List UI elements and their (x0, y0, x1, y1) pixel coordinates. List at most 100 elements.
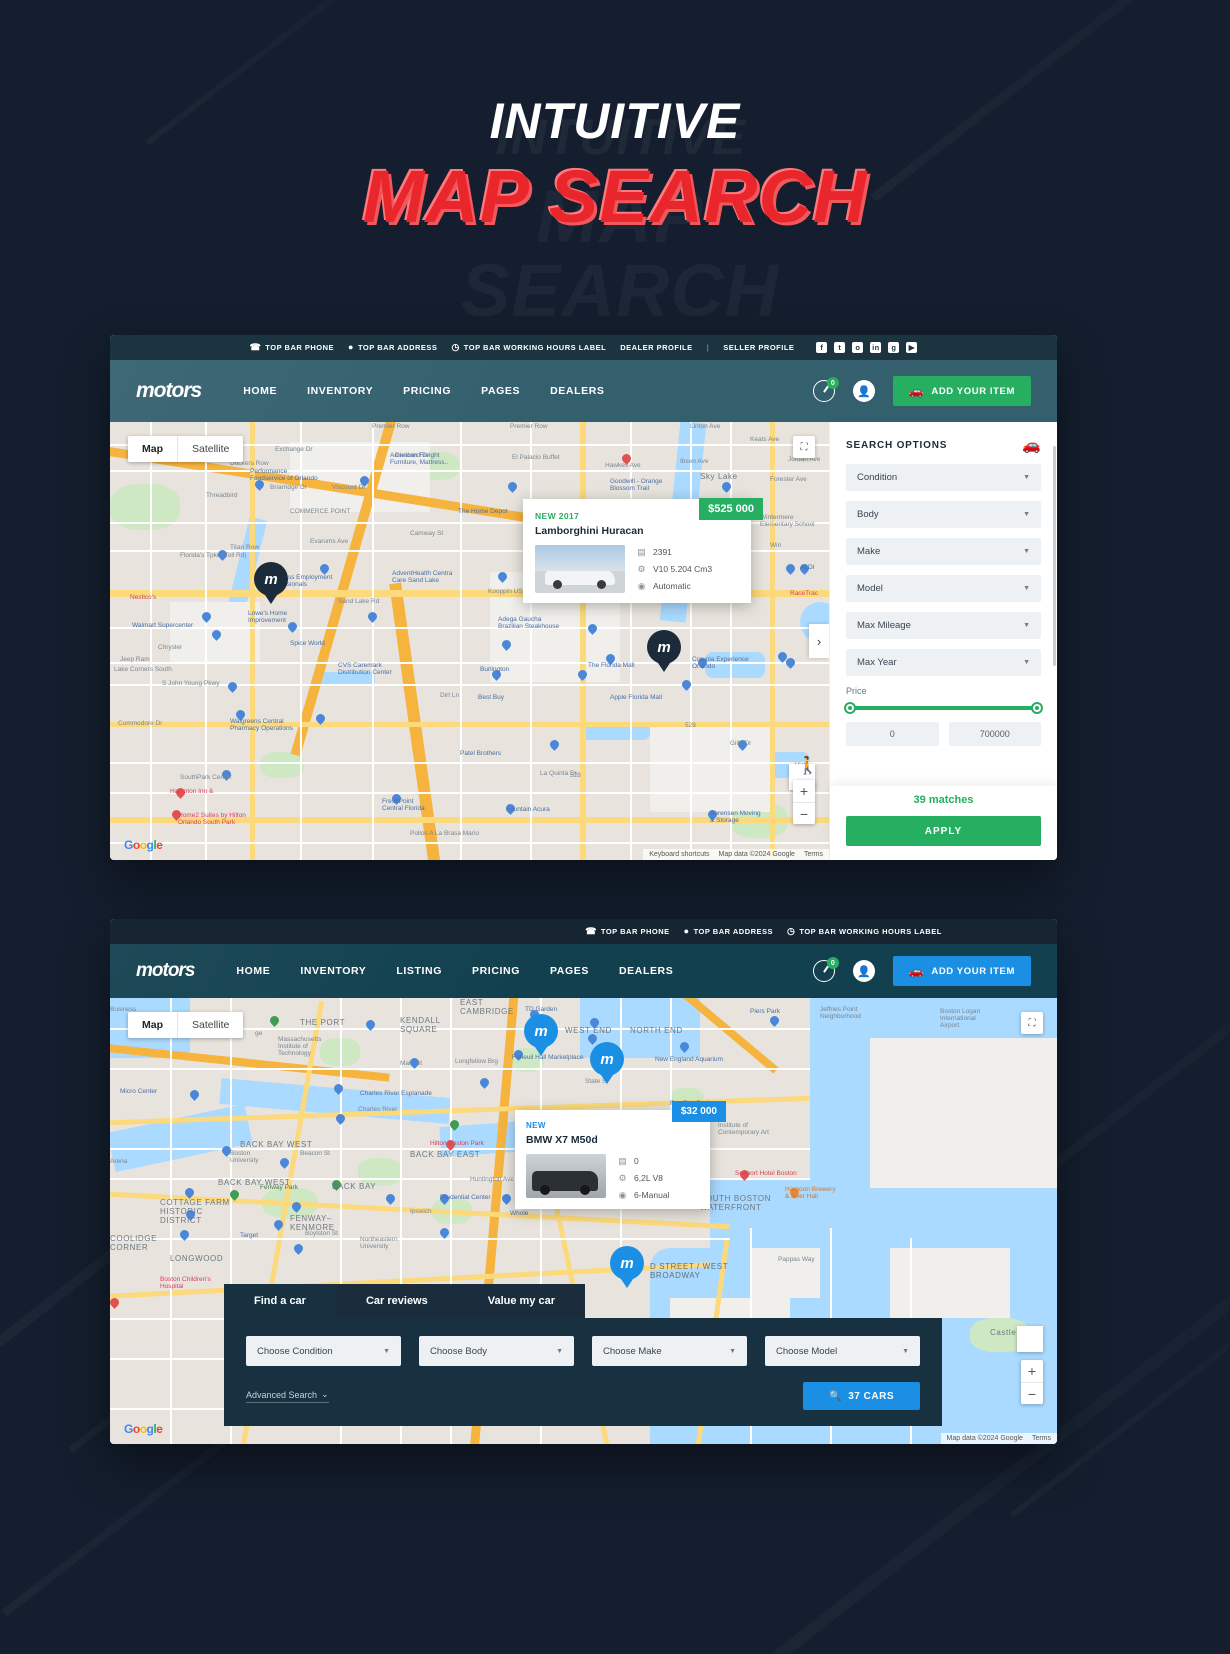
top-bar: ☎ TOP BAR PHONE ● TOP BAR ADDRESS ◷ TOP … (110, 335, 1057, 360)
hero-heading: INTUITIVE INTUITIVE MAP SEARCH MAP SEARC… (0, 96, 1230, 328)
car-title[interactable]: BMW X7 M50d (526, 1134, 699, 1146)
map-pin-dealer-1[interactable]: m (254, 562, 288, 606)
topbar-phone[interactable]: ☎ TOP BAR PHONE (585, 926, 669, 937)
street-view-pegman-icon[interactable]: 🚶 (797, 756, 818, 782)
zoom-out-button[interactable]: − (793, 802, 815, 824)
hero-line-2-text: MAP SEARCH (362, 155, 868, 238)
compare-icon[interactable]: 0 (812, 377, 839, 402)
transmission-icon: ◉ (618, 1189, 627, 1200)
map-blank-control[interactable] (1017, 1326, 1043, 1352)
topbar-address[interactable]: ● TOP BAR ADDRESS (348, 342, 437, 353)
site-logo[interactable]: motors (136, 960, 195, 982)
nav-item-inventory[interactable]: INVENTORY (300, 965, 366, 977)
price-slider-max-handle[interactable] (1031, 702, 1043, 714)
topbar-dealer-profile[interactable]: DEALER PROFILE (620, 343, 692, 352)
location-pin-icon: ● (348, 342, 354, 352)
select-choose-body[interactable]: Choose Body ▼ (419, 1336, 574, 1366)
linkedin-icon[interactable]: in (870, 342, 882, 353)
map-type-map[interactable]: Map (128, 1012, 177, 1038)
panel-scrollbar[interactable] (1053, 446, 1056, 666)
map-canvas-boston[interactable]: EAST CAMBRIDGE KENDALL SQUARE THE PORT TD … (110, 998, 1057, 1444)
nav-item-pages[interactable]: PAGES (481, 385, 520, 397)
price-range-slider[interactable] (844, 702, 1043, 714)
select-max-mileage[interactable]: Max Mileage ▼ (846, 612, 1041, 639)
facebook-icon[interactable]: f (816, 342, 828, 353)
price-slider-min-handle[interactable] (844, 702, 856, 714)
topbar-address[interactable]: ● TOP BAR ADDRESS (684, 927, 773, 937)
add-your-item-button[interactable]: 🚗 ADD YOUR ITEM (892, 376, 1031, 406)
map-type-satellite[interactable]: Satellite (177, 436, 243, 462)
site-logo[interactable]: motors (136, 379, 202, 403)
next-listing-arrow[interactable]: › (809, 624, 829, 658)
nav-item-pages[interactable]: PAGES (550, 965, 589, 977)
keyboard-shortcuts-label[interactable]: Keyboard shortcuts (649, 851, 709, 858)
nav-item-dealers[interactable]: DEALERS (550, 385, 604, 397)
price-min-input[interactable]: 0 (846, 722, 939, 746)
nav-item-dealers[interactable]: DEALERS (619, 965, 673, 977)
nav-item-pricing[interactable]: PRICING (472, 965, 520, 977)
youtube-icon[interactable]: ▶ (906, 342, 918, 353)
tab-find-a-car[interactable]: Find a car (224, 1284, 336, 1318)
terms-link[interactable]: Terms (1032, 1435, 1051, 1442)
zoom-in-button[interactable]: + (793, 780, 815, 802)
nav-links: HOME INVENTORY PRICING PAGES DEALERS (243, 385, 604, 397)
car-thumbnail[interactable] (535, 545, 625, 593)
select-body[interactable]: Body ▼ (846, 501, 1041, 528)
zoom-in-button[interactable]: + (1021, 1360, 1043, 1382)
select-choose-model-label: Choose Model (776, 1345, 838, 1357)
map-type-control[interactable]: Map Satellite (128, 1012, 244, 1038)
fullscreen-icon[interactable]: ⛶ (793, 436, 815, 458)
map-pin-dealer-1[interactable]: m (524, 1014, 558, 1058)
map-type-control[interactable]: Map Satellite (128, 436, 244, 462)
account-icon[interactable]: 👤 (852, 960, 875, 982)
topbar-hours[interactable]: ◷ TOP BAR WORKING HOURS LABEL (787, 927, 942, 937)
select-choose-condition[interactable]: Choose Condition ▼ (246, 1336, 401, 1366)
tab-car-reviews[interactable]: Car reviews (335, 1284, 458, 1318)
select-condition[interactable]: Condition ▼ (846, 464, 1041, 491)
map-canvas-orlando[interactable]: Premier Row Premier Row Exchange Dr Divi… (110, 422, 829, 860)
car-info-card[interactable]: $525 000 NEW 2017 Lamborghini Huracan ▤ (523, 498, 763, 603)
instagram-icon[interactable]: o (852, 342, 864, 353)
tab-value-my-car[interactable]: Value my car (457, 1284, 586, 1318)
account-icon[interactable]: 👤 (852, 380, 875, 402)
zoom-out-button[interactable]: − (1021, 1382, 1043, 1404)
nav-item-home[interactable]: HOME (236, 965, 270, 977)
map-pin-dealer-2[interactable]: m (647, 630, 681, 674)
map-tiles: Premier Row Premier Row Exchange Dr Divi… (110, 422, 829, 860)
apply-button[interactable]: APPLY (846, 816, 1041, 846)
add-your-item-button[interactable]: 🚗 ADD YOUR ITEM (892, 956, 1031, 986)
terms-link[interactable]: Terms (804, 851, 823, 858)
price-label: Price (846, 686, 867, 696)
map-pin-dealer-2[interactable]: m (590, 1042, 624, 1086)
car-info-card[interactable]: $32 000 NEW BMW X7 M50d ▤ 0 ⚙ 6,2L V8 ◉ … (515, 1101, 726, 1209)
car-title[interactable]: Lamborghini Huracan (535, 525, 739, 537)
price-max-input[interactable]: 700000 (948, 722, 1041, 746)
nav-item-listing[interactable]: LISTING (396, 965, 442, 977)
topbar-hours[interactable]: ◷ TOP BAR WORKING HOURS LABEL (451, 343, 606, 353)
nav-item-inventory[interactable]: INVENTORY (307, 385, 373, 397)
twitter-icon[interactable]: t (834, 342, 846, 353)
google-logo: Google (124, 838, 163, 852)
select-choose-model[interactable]: Choose Model ▼ (765, 1336, 920, 1366)
select-make[interactable]: Make ▼ (846, 538, 1041, 565)
nav-item-pricing[interactable]: PRICING (403, 385, 451, 397)
odometer-icon: ▤ (618, 1155, 627, 1166)
search-cars-button[interactable]: 🔍 37 CARS (803, 1382, 920, 1410)
nav-item-home[interactable]: HOME (243, 385, 277, 397)
car-thumbnail[interactable] (526, 1154, 606, 1198)
topbar-seller-profile[interactable]: SELLER PROFILE (723, 343, 794, 352)
select-max-mileage-label: Max Mileage (857, 620, 911, 631)
select-model[interactable]: Model ▼ (846, 575, 1041, 602)
compare-icon[interactable]: 0 (812, 957, 839, 982)
topbar-phone[interactable]: ☎ TOP BAR PHONE (250, 343, 334, 353)
phone-icon: ☎ (585, 926, 597, 936)
google-icon[interactable]: g (888, 342, 900, 353)
advanced-search-toggle[interactable]: Advanced Search ⌄ (246, 1389, 329, 1403)
map-type-map[interactable]: Map (128, 436, 177, 462)
browser-window-map-search: ☎ TOP BAR PHONE ● TOP BAR ADDRESS ◷ TOP … (110, 335, 1057, 860)
fullscreen-icon[interactable]: ⛶ (1021, 1012, 1043, 1034)
select-max-year[interactable]: Max Year ▼ (846, 649, 1041, 676)
select-choose-make[interactable]: Choose Make ▼ (592, 1336, 747, 1366)
select-body-label: Body (857, 509, 879, 520)
map-type-satellite[interactable]: Satellite (177, 1012, 243, 1038)
